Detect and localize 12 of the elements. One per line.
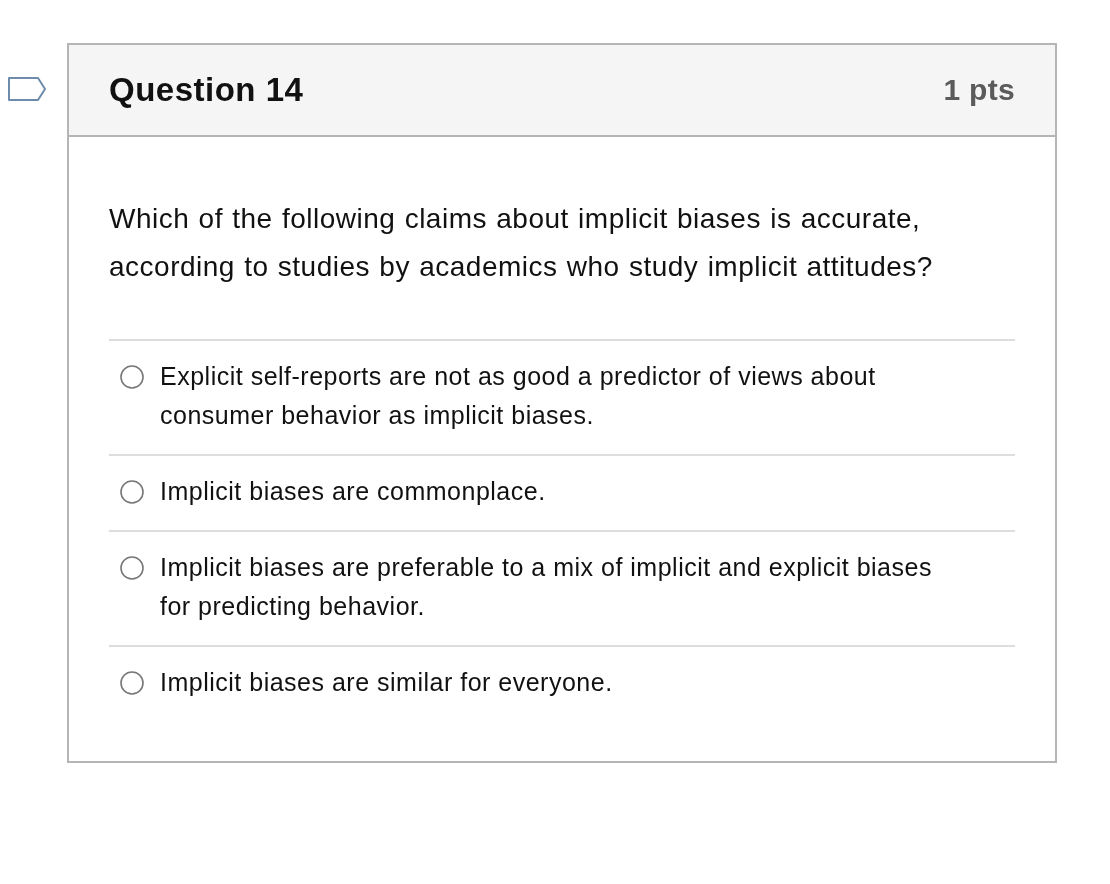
answer-label[interactable]: Explicit self-reports are not as good a predictor of views about consumer behavior as implicit biases. — [160, 357, 948, 435]
question-text: Which of the following claims about implicit biases is accurate, according to studies by academics who study implicit attitudes? — [109, 202, 934, 284]
points-label: 1 pts — [943, 73, 1015, 107]
question-title: Question 14 — [109, 71, 304, 109]
radio-button[interactable] — [120, 365, 144, 389]
radio-button[interactable] — [120, 671, 144, 695]
answer-label[interactable]: Implicit biases are commonplace. — [160, 472, 546, 511]
answer-label[interactable]: Implicit biases are similar for everyone. — [160, 663, 613, 702]
answer-label[interactable]: Implicit biases are preferable to a mix of implicit and explicit biases for predicting behavior. — [160, 548, 948, 626]
tag-icon[interactable] — [8, 77, 46, 101]
radio-button[interactable] — [120, 556, 144, 580]
radio-button[interactable] — [120, 480, 144, 504]
